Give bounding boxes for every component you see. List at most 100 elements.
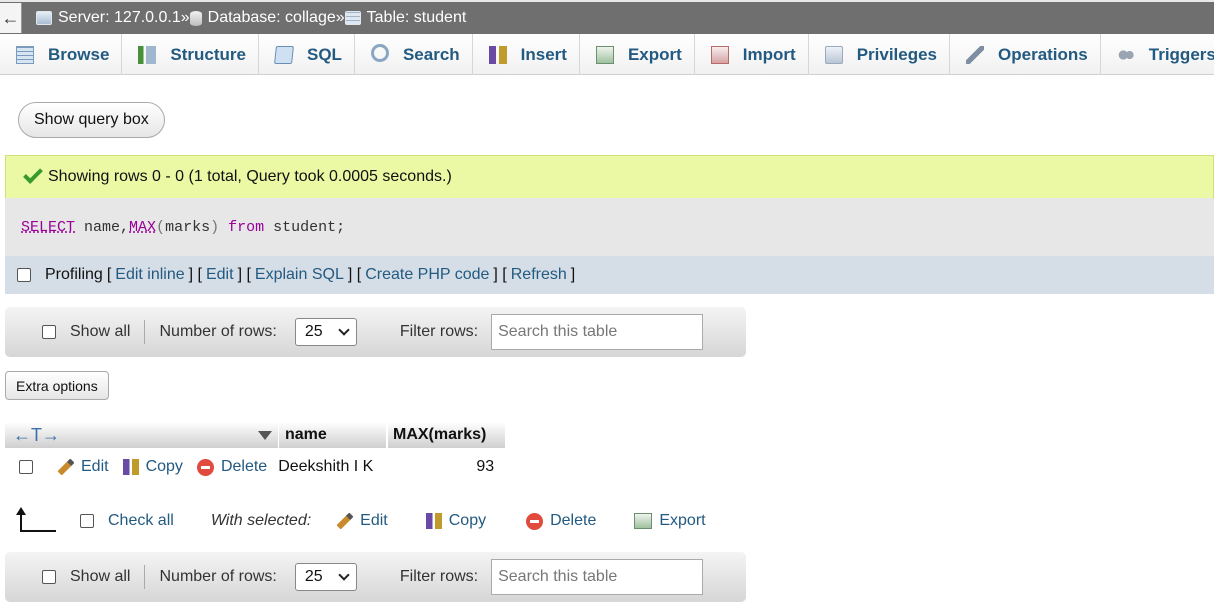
selected-delete-label: Delete — [550, 512, 597, 529]
row-copy-label: Copy — [145, 458, 183, 475]
show-all-label: Show all — [70, 323, 131, 340]
tab-triggers[interactable]: Triggers — [1101, 34, 1214, 75]
selected-export-button[interactable]: Export — [634, 512, 706, 530]
expand-columns-icon[interactable]: ←T→ — [13, 425, 60, 446]
tab-import[interactable]: Import — [695, 34, 809, 75]
tab-search-label: Search — [402, 44, 460, 64]
sql-keyword-select[interactable]: SELECT — [21, 219, 75, 236]
row-copy-button[interactable]: Copy — [122, 458, 183, 476]
table-icon — [344, 11, 361, 25]
navigation-bar-bottom: Show all Number of rows: 25 Filter rows: — [5, 552, 746, 602]
cell-max-marks[interactable]: 93 — [390, 458, 494, 476]
import-icon — [710, 45, 729, 64]
server-icon — [36, 11, 52, 25]
export-icon — [595, 45, 614, 64]
tab-browse[interactable]: Browse — [0, 34, 123, 75]
search-icon — [370, 44, 389, 62]
filter-rows-input[interactable] — [491, 314, 704, 350]
breadcrumb-database-label[interactable]: Database: collage — [208, 9, 336, 27]
filter-rows-input[interactable] — [491, 559, 704, 595]
rows-label: Number of rows: — [159, 323, 277, 340]
tab-privileges-label: Privileges — [856, 44, 938, 64]
profiling-checkbox[interactable] — [17, 268, 31, 282]
export-icon — [634, 513, 653, 529]
row-delete-button[interactable]: Delete — [196, 458, 268, 476]
breadcrumb-table-label[interactable]: Table: student — [367, 9, 467, 27]
filter-rows-label: Filter rows: — [399, 568, 479, 585]
breadcrumb-server[interactable]: Server: 127.0.0.1 — [36, 9, 181, 27]
tab-insert[interactable]: Insert — [473, 34, 580, 75]
cell-name[interactable]: Deekshith I K — [278, 458, 390, 476]
selected-edit-button[interactable]: Edit — [336, 512, 388, 530]
chevron-down-icon — [338, 324, 350, 336]
check-all-label[interactable]: Check all — [108, 512, 174, 530]
create-php-code-link[interactable]: Create PHP code — [365, 266, 489, 284]
divider — [144, 565, 146, 589]
extra-options-button[interactable]: Extra options — [5, 371, 109, 400]
bracket: ] [ — [347, 266, 362, 283]
row-checkbox[interactable] — [19, 460, 33, 474]
tab-sql[interactable]: SQL — [259, 34, 355, 75]
explain-sql-link[interactable]: Explain SQL — [255, 266, 344, 284]
show-all-label: Show all — [70, 568, 131, 585]
copy-icon — [425, 513, 442, 529]
tab-operations[interactable]: Operations — [950, 34, 1101, 75]
edit-inline-link[interactable]: Edit inline — [115, 266, 184, 284]
tab-privileges[interactable]: Privileges — [809, 34, 951, 75]
sql-function-max[interactable]: MAX — [129, 219, 156, 236]
column-header-max-marks[interactable]: MAX(marks) — [388, 422, 505, 448]
tab-structure[interactable]: Structure — [122, 34, 259, 75]
table-row: Edit Copy Delete Deekshith I K 93 — [5, 452, 494, 482]
breadcrumb-separator: » — [335, 9, 345, 26]
operations-icon — [966, 45, 985, 64]
breadcrumb-table[interactable]: Table: student — [344, 9, 467, 27]
browse-icon — [16, 45, 34, 64]
main-tabs: Browse Structure SQL Search Insert Expor… — [0, 34, 1214, 75]
row-edit-label: Edit — [81, 458, 109, 475]
checkmark-icon — [23, 164, 43, 184]
selected-edit-label: Edit — [360, 512, 388, 529]
pencil-icon — [336, 512, 354, 530]
rows-select-value: 25 — [304, 568, 323, 585]
tab-triggers-label: Triggers — [1148, 44, 1214, 64]
row-delete-label: Delete — [220, 458, 268, 475]
pencil-icon — [57, 458, 75, 476]
bracket: ] [ — [493, 266, 507, 283]
with-selected-bar: Check all With selected: Edit Copy Delet… — [16, 505, 720, 537]
sort-menu-icon[interactable] — [258, 430, 272, 440]
sql-query-display: SELECT name, MAX(marks) from student; — [5, 198, 1214, 256]
breadcrumb-database[interactable]: Database: collage — [189, 9, 336, 27]
bracket: ] — [570, 266, 576, 283]
arrow-up-icon — [16, 507, 56, 532]
sql-open-paren: ( — [156, 218, 166, 236]
row-edit-button[interactable]: Edit — [57, 458, 109, 476]
rows-label: Number of rows: — [159, 568, 277, 585]
tab-import-label: Import — [742, 44, 796, 64]
tab-search[interactable]: Search — [355, 34, 473, 75]
with-selected-label: With selected: — [210, 512, 312, 529]
rows-select[interactable]: 25 — [294, 563, 357, 591]
rows-select[interactable]: 25 — [294, 318, 357, 346]
tab-browse-label: Browse — [48, 44, 110, 64]
sql-function-arg: marks — [165, 218, 211, 236]
show-all-checkbox[interactable] — [42, 570, 56, 584]
sql-columns: name, — [75, 218, 130, 236]
breadcrumb-server-label[interactable]: Server: 127.0.0.1 — [58, 9, 181, 27]
show-all-checkbox[interactable] — [42, 325, 56, 339]
tab-sql-label: SQL — [307, 44, 342, 64]
profiling-label: Profiling — [45, 266, 103, 283]
back-arrow-icon[interactable]: ← — [0, 3, 22, 33]
selected-delete-button[interactable]: Delete — [526, 512, 596, 530]
tab-structure-label: Structure — [170, 44, 246, 64]
check-all-checkbox[interactable] — [80, 514, 94, 528]
edit-link[interactable]: Edit — [206, 266, 234, 284]
show-query-box-button[interactable]: Show query box — [18, 102, 165, 138]
refresh-link[interactable]: Refresh — [511, 266, 567, 284]
sql-table: student; — [264, 218, 346, 236]
column-header-name[interactable]: name — [279, 422, 386, 448]
tab-export[interactable]: Export — [580, 34, 695, 75]
insert-icon — [488, 45, 507, 64]
selected-copy-button[interactable]: Copy — [425, 512, 486, 530]
sql-icon — [274, 45, 294, 64]
triggers-icon — [1116, 45, 1135, 64]
